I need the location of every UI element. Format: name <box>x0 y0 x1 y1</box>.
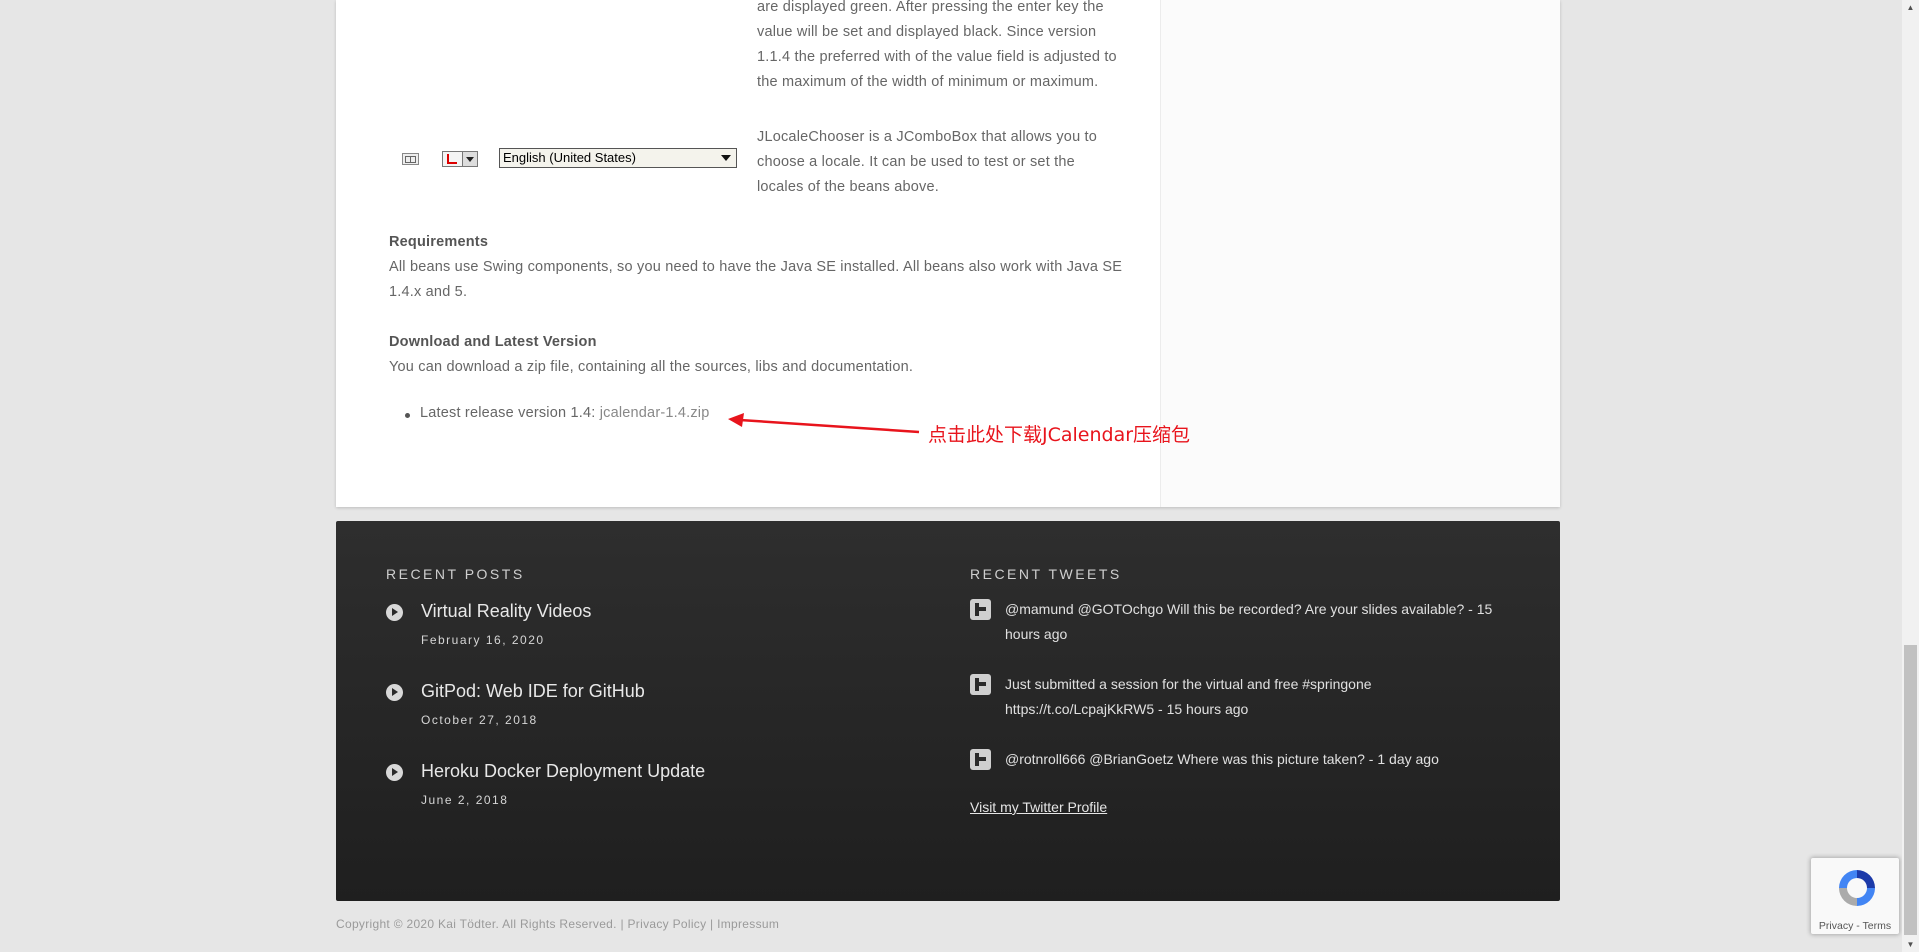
post-title[interactable]: GitPod: Web IDE for GitHub <box>421 681 645 702</box>
scroll-down-icon[interactable]: ▼ <box>1902 937 1919 952</box>
copyright-bar: Copyright © 2020 Kai Tödter. All Rights … <box>336 917 779 931</box>
tweet-text[interactable]: @mamund @GOTOchgo Will this be recorded?… <box>1005 597 1495 647</box>
chevron-down-icon[interactable] <box>716 149 736 167</box>
download-heading: Download and Latest Version <box>389 334 597 350</box>
partial-description: are displayed green. After pressing the … <box>757 0 1117 90</box>
separator: | <box>620 917 624 931</box>
download-section: Download and Latest Version You can down… <box>389 330 1129 380</box>
recaptcha-links: Privacy - Terms <box>1811 920 1899 932</box>
recaptcha-terms-link[interactable]: Terms <box>1863 920 1892 932</box>
latest-release-item: Latest release version 1.4: jcalendar-1.… <box>405 405 710 421</box>
requirements-text: All beans use Swing components, so you n… <box>389 259 1123 300</box>
requirements-section: Requirements All beans use Swing compone… <box>389 230 1129 305</box>
twitter-icon <box>970 674 991 695</box>
locale-bean-icon <box>402 153 419 165</box>
locale-chooser-description: JLocaleChooser is a JComboBox that allow… <box>757 129 1098 195</box>
recaptcha-icon <box>1839 870 1875 906</box>
footer-panel: RECENT POSTS RECENT TWEETS Virtual Reali… <box>336 521 1560 901</box>
vertical-scrollbar[interactable]: ▲ ▼ <box>1902 0 1919 952</box>
tweet-text[interactable]: @rotnroll666 @BrianGoetz Where was this … <box>1005 747 1495 772</box>
scroll-up-icon[interactable]: ▲ <box>1902 0 1919 15</box>
twitter-icon <box>970 599 991 620</box>
post-date: June 2, 2018 <box>421 793 509 807</box>
release-prefix: Latest release version 1.4: <box>420 405 600 421</box>
requirements-heading: Requirements <box>389 234 489 250</box>
post-title[interactable]: Virtual Reality Videos <box>421 601 591 622</box>
impressum-link[interactable]: Impressum <box>717 917 779 931</box>
recaptcha-privacy-link[interactable]: Privacy <box>1819 920 1853 932</box>
post-date: February 16, 2020 <box>421 633 545 647</box>
annotation-arrow-icon <box>728 413 920 434</box>
download-text: You can download a zip file, containing … <box>389 359 914 375</box>
locale-chooser-combo[interactable]: English (United States) <box>499 148 737 168</box>
copyright-text: Copyright © 2020 Kai Tödter. All Rights … <box>336 917 617 931</box>
jcalendar-zip-link[interactable]: jcalendar-1.4.zip <box>600 405 710 421</box>
post-title[interactable]: Heroku Docker Deployment Update <box>421 761 705 782</box>
recent-tweets-heading: RECENT TWEETS <box>970 566 1122 582</box>
circle-arrow-icon <box>386 684 403 701</box>
separator: | <box>710 917 714 931</box>
twitter-profile-link[interactable]: Visit my Twitter Profile <box>970 799 1107 815</box>
privacy-policy-link[interactable]: Privacy Policy <box>628 917 707 931</box>
locale-combo-value: English (United States) <box>503 150 636 165</box>
recent-posts-heading: RECENT POSTS <box>386 566 525 582</box>
annotation-text: 点击此处下载JCalendar压缩包 <box>928 424 1191 446</box>
scroll-thumb[interactable] <box>1904 645 1917 935</box>
recaptcha-badge[interactable]: Privacy - Terms <box>1811 858 1899 934</box>
post-date: October 27, 2018 <box>421 713 538 727</box>
tweet-text[interactable]: Just submitted a session for the virtual… <box>1005 672 1495 722</box>
sidebar-area <box>1161 0 1560 507</box>
circle-arrow-icon <box>386 604 403 621</box>
locale-chooser-icon <box>442 151 478 167</box>
circle-arrow-icon <box>386 764 403 781</box>
recaptcha-dash: - <box>1856 920 1860 932</box>
twitter-icon <box>970 749 991 770</box>
